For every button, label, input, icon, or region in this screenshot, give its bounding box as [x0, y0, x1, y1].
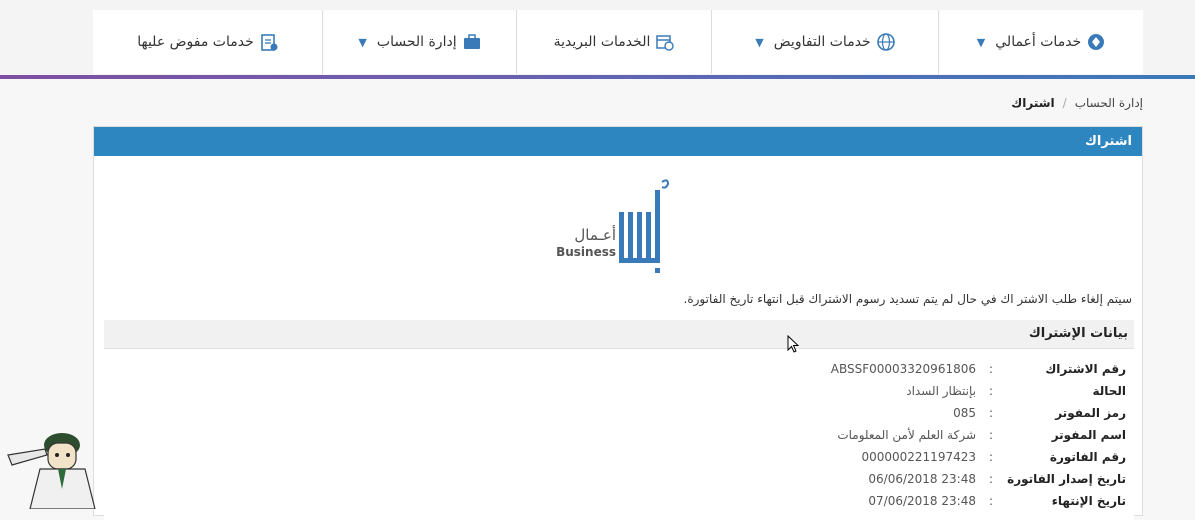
detail-label: الحالة: [1092, 384, 1126, 398]
briefcase-icon: [463, 34, 480, 49]
panel-title: اشتراك: [94, 127, 1142, 156]
detail-colon: :: [988, 472, 994, 486]
detail-colon: :: [988, 428, 994, 442]
nav-delegation-services-label: خدمات التفاويض: [773, 34, 871, 50]
main-nav: خدمات أعمالي ▼ خدمات التفاويض ▼ الخدمات …: [93, 10, 1143, 74]
detail-label: رقم الفاتورة: [1049, 450, 1126, 464]
nav-account-management-label: إدارة الحساب: [376, 34, 457, 50]
detail-label: رقم الاشتراك: [1045, 362, 1126, 376]
subscription-details-panel: بيانات الإشتراك رقم الاشتراك : ABSSF0000…: [104, 320, 1134, 520]
subscription-details-list: رقم الاشتراك : ABSSF00003320961806 الحال…: [526, 358, 1126, 512]
detail-value: بإنتظار السداد: [906, 384, 976, 398]
nav-postal-services[interactable]: الخدمات البريدية: [516, 10, 711, 74]
nav-postal-services-label: الخدمات البريدية: [553, 34, 651, 50]
nav-account-management[interactable]: إدارة الحساب ▼: [322, 10, 516, 74]
mouse-cursor-icon: [787, 335, 800, 353]
detail-value: ABSSF00003320961806: [830, 362, 976, 376]
saluting-mascot-image: [7, 433, 96, 509]
detail-value: 23:48 06/06/2018: [868, 472, 976, 486]
detail-colon: :: [988, 362, 994, 376]
top-bar: خدمات أعمالي ▼ خدمات التفاويض ▼ الخدمات …: [0, 0, 1195, 79]
breadcrumb-current: اشتراك: [1011, 96, 1055, 110]
globe-icon: [876, 33, 895, 51]
nav-business-services[interactable]: خدمات أعمالي ▼: [938, 10, 1143, 74]
subscription-panel: اشتراك أعـمال Business سيتم إلغاء طلب ال…: [93, 126, 1143, 520]
clipboard-check-icon: [260, 34, 278, 51]
detail-label: اسم المفوتر: [1051, 428, 1126, 442]
nav-delegation-services[interactable]: خدمات التفاويض ▼: [711, 10, 938, 74]
detail-colon: :: [988, 406, 994, 420]
detail-row: رمز المفوتر : 085: [526, 402, 1126, 424]
breadcrumb-parent[interactable]: إدارة الحساب: [1075, 96, 1143, 110]
detail-value: 085: [953, 406, 976, 420]
detail-colon: :: [988, 494, 994, 508]
nav-authorized-services-label: خدمات مفوض عليها: [137, 34, 254, 50]
svg-text:Business: Business: [556, 245, 616, 259]
absher-business-logo: أعـمال Business: [544, 172, 694, 282]
detail-value: شركة العلم لأمن المعلومات: [837, 428, 976, 442]
detail-value: 23:48 07/06/2018: [868, 494, 976, 508]
business-services-icon: [1088, 34, 1105, 50]
svg-text:أعـمال: أعـمال: [574, 225, 616, 244]
detail-value: 000000221197423: [861, 450, 976, 464]
detail-row: رقم الفاتورة : 000000221197423: [526, 446, 1126, 468]
nav-business-services-label: خدمات أعمالي: [995, 34, 1082, 50]
breadcrumb-separator: /: [1062, 96, 1067, 110]
detail-row: اسم المفوتر : شركة العلم لأمن المعلومات: [526, 424, 1126, 446]
subscription-details-title: بيانات الإشتراك: [104, 320, 1134, 349]
calendar-clock-icon: [656, 35, 675, 51]
detail-label: تاريخ الإنتهاء: [1051, 494, 1126, 508]
breadcrumb: إدارة الحساب / اشتراك: [1011, 96, 1143, 110]
detail-label: تاريخ إصدار الفاتورة: [1007, 472, 1126, 486]
detail-row: الحالة : بإنتظار السداد: [526, 380, 1126, 402]
detail-row: رقم الاشتراك : ABSSF00003320961806: [526, 358, 1126, 380]
cancellation-notice: سيتم إلغاء طلب الاشتر اك في حال لم يتم ت…: [683, 292, 1132, 306]
nav-authorized-services[interactable]: خدمات مفوض عليها: [93, 10, 322, 74]
nav-accent-line: [0, 75, 1195, 79]
detail-row: تاريخ إصدار الفاتورة : 23:48 06/06/2018: [526, 468, 1126, 490]
chevron-down-icon: ▼: [976, 35, 986, 49]
detail-colon: :: [988, 450, 994, 464]
chevron-down-icon: ▼: [755, 35, 764, 49]
detail-label: رمز المفوتر: [1055, 406, 1126, 420]
chevron-down-icon: ▼: [358, 35, 367, 49]
detail-colon: :: [988, 384, 994, 398]
